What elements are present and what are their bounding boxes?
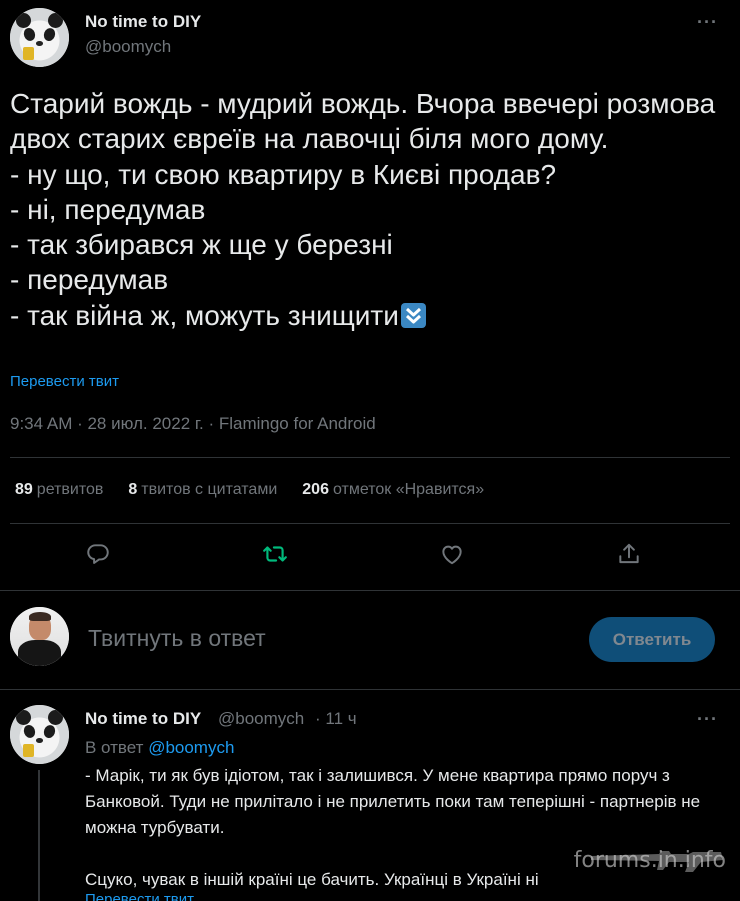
- user-avatar[interactable]: [10, 607, 69, 666]
- reply-time[interactable]: · 11 ч: [315, 709, 357, 729]
- divider: [10, 523, 730, 524]
- quotes-stat[interactable]: 8 твитов с цитатами: [128, 481, 277, 499]
- double-down-arrow-icon: [400, 302, 426, 328]
- watermark: forums.in.info: [573, 848, 726, 873]
- reply-author-handle[interactable]: @boomych: [218, 709, 304, 729]
- reply-more-options-icon[interactable]: ···: [697, 709, 718, 730]
- tweet-meta[interactable]: 9:34 AM · 28 июл. 2022 г. · Flamingo for…: [10, 414, 376, 434]
- reply-button[interactable]: Ответить: [589, 617, 715, 662]
- translate-tweet-link[interactable]: Перевести твит: [10, 373, 119, 390]
- reply-author-avatar[interactable]: [10, 705, 69, 764]
- reply-to-prefix: В ответ: [85, 738, 144, 757]
- divider: [10, 457, 730, 458]
- reply-translate-link[interactable]: Перевести твит: [85, 891, 194, 901]
- share-icon[interactable]: [616, 541, 642, 567]
- retweets-stat[interactable]: 89 ретвитов: [15, 481, 103, 499]
- more-options-icon[interactable]: ···: [697, 12, 718, 33]
- author-handle[interactable]: @boomych: [85, 37, 171, 57]
- likes-stat[interactable]: 206 отметок «Нравится»: [302, 481, 484, 499]
- reply-author-name[interactable]: No time to DIY: [85, 709, 201, 729]
- tweet-stats: 89 ретвитов 8 твитов с цитатами 206 отметок…: [15, 481, 509, 499]
- author-name[interactable]: No time to DIY: [85, 12, 201, 32]
- reply-to-handle[interactable]: @boomych: [148, 738, 234, 757]
- reply-to-line: В ответ @boomych: [85, 738, 234, 758]
- retweet-icon[interactable]: [262, 541, 288, 567]
- thread-line: [38, 770, 40, 901]
- divider: [0, 689, 740, 690]
- reply-icon[interactable]: [85, 541, 111, 567]
- reply-input[interactable]: Твитнуть в ответ: [88, 625, 266, 652]
- like-icon[interactable]: [439, 541, 465, 567]
- divider: [0, 590, 740, 591]
- author-avatar[interactable]: [10, 8, 69, 67]
- tweet-text: Старий вождь - мудрий вождь. Вчора ввече…: [10, 88, 716, 331]
